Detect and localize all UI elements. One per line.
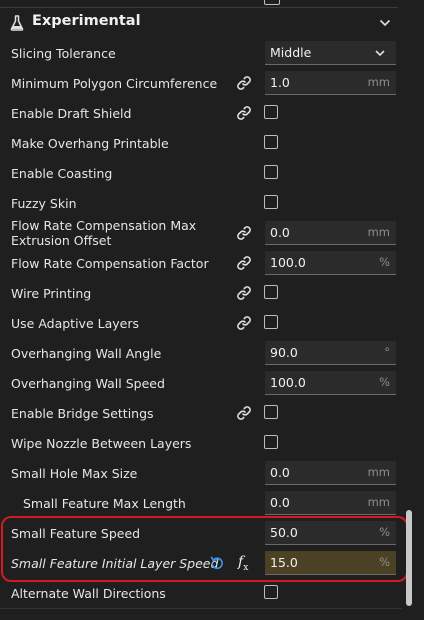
reset-icon[interactable] [209, 555, 225, 571]
setting-label: Flow Rate Compensation Factor [11, 255, 209, 271]
setting-label: Small Feature Speed [11, 525, 141, 541]
enable-draft-shield-checkbox[interactable] [264, 105, 278, 119]
field-unit: % [379, 525, 390, 539]
alternate-wall-directions-checkbox[interactable] [264, 585, 278, 599]
chevron-down-icon [375, 50, 385, 57]
slicing-tolerance-select[interactable]: Middle [265, 41, 396, 65]
link-icon[interactable] [236, 405, 252, 421]
field-value: 0.0 [270, 225, 290, 240]
flow-rate-compensation-max-extrusion-offset-input[interactable]: 0.0 mm [265, 221, 396, 245]
setting-label: Overhanging Wall Speed [11, 375, 165, 391]
setting-overhanging-wall-angle: Overhanging Wall Angle 90.0 ° [0, 338, 402, 368]
setting-small-feature-initial-layer-speed: Small Feature Initial Layer Speed fx 15.… [0, 548, 402, 578]
setting-label: Slicing Tolerance [11, 45, 116, 61]
setting-label: Enable Coasting [11, 165, 113, 181]
previous-section-edge [0, 0, 402, 8]
setting-label: Small Feature Initial Layer Speed [11, 555, 219, 571]
field-unit: mm [367, 75, 390, 89]
section-title: Experimental [32, 13, 141, 29]
flask-icon [10, 15, 24, 31]
fuzzy-skin-checkbox[interactable] [264, 195, 278, 209]
select-value: Middle [270, 45, 312, 60]
setting-slicing-tolerance: Slicing Tolerance Middle [0, 38, 402, 68]
setting-label: Small Hole Max Size [11, 465, 138, 481]
setting-enable-coasting: Enable Coasting [0, 158, 402, 188]
small-feature-initial-layer-speed-input[interactable]: 15.0 % [265, 551, 396, 575]
field-unit: mm [367, 225, 390, 239]
setting-overhanging-wall-speed: Overhanging Wall Speed 100.0 % [0, 368, 402, 398]
link-icon[interactable] [236, 225, 252, 241]
setting-label: Wire Printing [11, 285, 92, 301]
enable-bridge-settings-checkbox[interactable] [264, 405, 278, 419]
setting-wire-printing: Wire Printing [0, 278, 402, 308]
field-value: 90.0 [270, 345, 298, 360]
field-unit: mm [367, 465, 390, 479]
wipe-nozzle-between-layers-checkbox[interactable] [264, 435, 278, 449]
field-value: 1.0 [270, 75, 290, 90]
small-feature-speed-input[interactable]: 50.0 % [265, 521, 396, 545]
setting-label: Make Overhang Printable [11, 135, 169, 151]
function-icon[interactable]: fx [238, 552, 254, 573]
setting-label: Enable Draft Shield [11, 105, 132, 121]
setting-enable-bridge-settings: Enable Bridge Settings [0, 398, 402, 428]
scrollbar-thumb[interactable] [406, 510, 412, 606]
field-value: 0.0 [270, 495, 290, 510]
setting-label: Overhanging Wall Angle [11, 345, 162, 361]
link-icon[interactable] [236, 255, 252, 271]
setting-label: Wipe Nozzle Between Layers [11, 435, 192, 451]
field-value: 15.0 [270, 555, 298, 570]
checkbox[interactable] [264, 0, 280, 5]
setting-alternate-wall-directions: Alternate Wall Directions [0, 578, 402, 608]
setting-enable-draft-shield: Enable Draft Shield [0, 98, 402, 128]
setting-small-feature-speed: Small Feature Speed 50.0 % [0, 518, 402, 548]
field-unit: % [379, 255, 390, 269]
field-value: 100.0 [270, 375, 306, 390]
minimum-polygon-circumference-input[interactable]: 1.0 mm [265, 71, 396, 95]
field-unit: % [379, 375, 390, 389]
field-unit: mm [367, 495, 390, 509]
setting-use-adaptive-layers: Use Adaptive Layers [0, 308, 402, 338]
setting-make-overhang-printable: Make Overhang Printable [0, 128, 402, 158]
overhanging-wall-speed-input[interactable]: 100.0 % [265, 371, 396, 395]
setting-label: Fuzzy Skin [11, 195, 77, 211]
setting-label: Flow Rate Compensation Max Extrusion Off… [11, 218, 197, 248]
setting-small-feature-max-length: Small Feature Max Length 0.0 mm [0, 488, 402, 518]
overhanging-wall-angle-input[interactable]: 90.0 ° [265, 341, 396, 365]
setting-flow-rate-compensation-factor: Flow Rate Compensation Factor 100.0 % [0, 248, 402, 278]
setting-label: Use Adaptive Layers [11, 315, 139, 331]
setting-label: Small Feature Max Length [23, 495, 186, 511]
link-icon[interactable] [236, 315, 252, 331]
setting-label: Minimum Polygon Circumference [11, 75, 218, 91]
link-icon[interactable] [236, 105, 252, 121]
setting-label: Alternate Wall Directions [11, 585, 166, 601]
setting-fuzzy-skin: Fuzzy Skin [0, 188, 402, 218]
field-value: 0.0 [270, 465, 290, 480]
link-icon[interactable] [236, 75, 252, 91]
field-unit: % [379, 555, 390, 569]
wire-printing-checkbox[interactable] [264, 285, 278, 299]
field-unit: ° [384, 345, 390, 359]
use-adaptive-layers-checkbox[interactable] [264, 315, 278, 329]
divider [0, 608, 402, 609]
enable-coasting-checkbox[interactable] [264, 165, 278, 179]
make-overhang-printable-checkbox[interactable] [264, 135, 278, 149]
flow-rate-compensation-factor-input[interactable]: 100.0 % [265, 251, 396, 275]
setting-label: Enable Bridge Settings [11, 405, 154, 421]
setting-wipe-nozzle-between-layers: Wipe Nozzle Between Layers [0, 428, 402, 458]
setting-small-hole-max-size: Small Hole Max Size 0.0 mm [0, 458, 402, 488]
chevron-down-icon[interactable] [378, 16, 392, 30]
field-value: 50.0 [270, 525, 298, 540]
setting-minimum-polygon-circumference: Minimum Polygon Circumference 1.0 mm [0, 68, 402, 98]
small-hole-max-size-input[interactable]: 0.0 mm [265, 461, 396, 485]
section-header-experimental[interactable]: Experimental [0, 8, 402, 38]
small-feature-max-length-input[interactable]: 0.0 mm [265, 491, 396, 515]
setting-flow-rate-compensation-max-extrusion-offset: Flow Rate Compensation Max Extrusion Off… [0, 218, 402, 248]
field-value: 100.0 [270, 255, 306, 270]
link-icon[interactable] [236, 285, 252, 301]
